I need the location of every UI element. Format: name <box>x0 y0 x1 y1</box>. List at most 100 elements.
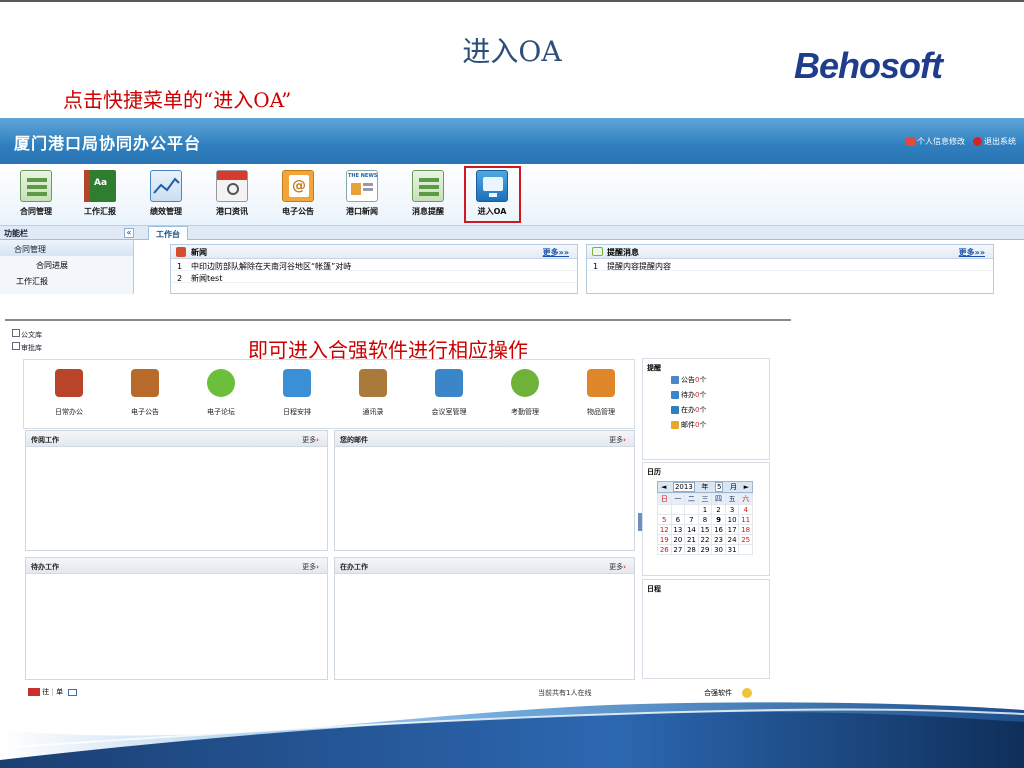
day-cell[interactable]: 5 <box>657 514 672 525</box>
remind-panel-header: 提醒消息 更多»» <box>587 245 993 259</box>
top-divider <box>0 0 1024 2</box>
app-address-book[interactable]: 通讯录 <box>343 369 403 417</box>
remind-announcement[interactable]: 公告0个 <box>643 373 769 388</box>
circulate-work-panel: 传阅工作 更多› <box>25 430 328 551</box>
day-cell[interactable]: 17 <box>724 524 740 535</box>
tab-workbench[interactable]: 工作台 <box>148 226 188 240</box>
document-library-link[interactable]: 公文库 <box>12 329 42 340</box>
day-cell[interactable]: 13 <box>670 524 686 535</box>
day-cell[interactable]: 12 <box>657 524 672 535</box>
day-cell[interactable]: 29 <box>697 544 713 555</box>
list-item[interactable]: 2 新闻test <box>171 271 577 283</box>
approval-library-link[interactable]: 审批库 <box>12 342 42 353</box>
day-cell[interactable]: 14 <box>684 524 699 535</box>
news-panel: 新闻 更多»» 1 中印边防部队解除在天南河谷地区“帐篷”对峙 2 新闻test <box>170 244 578 294</box>
more-link[interactable]: 更多› <box>609 562 626 572</box>
toolbar-port-info[interactable]: 港口资讯 <box>204 170 260 217</box>
day-cell[interactable]: 11 <box>738 514 753 525</box>
weekday: 日 <box>657 493 672 505</box>
news-more-link[interactable]: 更多»» <box>543 247 569 258</box>
list-item[interactable]: 1 提醒内容提醒内容 <box>587 259 993 271</box>
day-cell[interactable]: 8 <box>697 514 713 525</box>
day-cell[interactable]: 26 <box>657 544 672 555</box>
day-cell[interactable]: 7 <box>684 514 699 525</box>
day-cell[interactable]: 20 <box>670 534 686 545</box>
collapse-sidebar-button[interactable]: « <box>124 228 134 238</box>
sidebar-item-work-report[interactable]: 工作汇报 <box>0 272 133 288</box>
news-icon <box>176 247 186 257</box>
month-input[interactable]: 5 <box>714 482 724 492</box>
row-text: 中印边防部队解除在天南河谷地区“帐篷”对峙 <box>191 262 352 271</box>
more-label: 更多 <box>609 563 624 571</box>
more-link[interactable]: 更多› <box>302 435 319 445</box>
year-input[interactable]: 2013 <box>672 482 695 492</box>
day-cell[interactable]: 4 <box>738 504 753 515</box>
toolbar-message-remind[interactable]: 消息提醒 <box>400 170 456 217</box>
day-cell[interactable]: 16 <box>711 524 726 535</box>
toolbar-performance-label: 绩效管理 <box>150 207 182 216</box>
toolbar-announcement[interactable]: @ 电子公告 <box>270 170 326 217</box>
app-label: 电子公告 <box>131 408 159 416</box>
profile-edit-link[interactable]: 个人信息修改 <box>906 136 965 147</box>
day-cell[interactable]: 15 <box>697 524 713 535</box>
sidebar-item-contract-progress[interactable]: 合同进展 <box>0 256 133 272</box>
app-label: 电子论坛 <box>207 408 235 416</box>
day-cell[interactable]: 6 <box>670 514 686 525</box>
remind-more-link[interactable]: 更多»» <box>959 247 985 258</box>
sidebar: 合同管理 合同进展 工作汇报 <box>0 240 134 294</box>
remind-mail[interactable]: 邮件0个 <box>643 418 769 433</box>
app-e-announcement[interactable]: 电子公告 <box>115 369 175 417</box>
day-cell[interactable]: 10 <box>724 514 740 525</box>
day-cell[interactable]: 22 <box>697 534 713 545</box>
sidebar-item-contract[interactable]: 合同管理 <box>0 240 133 256</box>
day-cell[interactable]: 23 <box>711 534 726 545</box>
toolbar-port-news[interactable]: THE NEWS 港口新闻 <box>334 170 390 217</box>
app-schedule[interactable]: 日程安排 <box>267 369 327 417</box>
prev-month-button[interactable]: ◄ <box>661 483 666 491</box>
announcement-icon: @ <box>282 170 314 202</box>
list-item[interactable]: 1 中印边防部队解除在天南河谷地区“帐篷”对峙 <box>171 259 577 271</box>
remind-in-progress[interactable]: 在办0个 <box>643 403 769 418</box>
app-goods[interactable]: 物品管理 <box>571 369 631 417</box>
more-link[interactable]: 更多› <box>609 435 626 445</box>
app-attendance[interactable]: 考勤管理 <box>495 369 555 417</box>
panel-header: 待办工作 更多› <box>26 558 327 574</box>
app-launcher: 日常办公 电子公告 电子论坛 日程安排 通讯录 会议室管理 考勤管理 物品管理 <box>23 359 635 429</box>
library-label: 公文库 <box>21 331 42 339</box>
remind-label: 在办 <box>681 406 695 414</box>
more-link[interactable]: 更多› <box>302 562 319 572</box>
row-text: 新闻test <box>191 274 223 283</box>
toolbar-work-report[interactable]: Aa 工作汇报 <box>72 170 128 217</box>
in-progress-icon <box>671 406 679 414</box>
app-forum[interactable]: 电子论坛 <box>191 369 251 417</box>
day-cell[interactable]: 19 <box>657 534 672 545</box>
day-cell[interactable]: 24 <box>724 534 740 545</box>
day-cell[interactable]: 27 <box>670 544 686 555</box>
day-cell-today[interactable]: 9 <box>711 514 726 525</box>
toolbar-contract[interactable]: 合同管理 <box>8 170 64 217</box>
toolbar-contract-label: 合同管理 <box>20 207 52 216</box>
app-meeting-room[interactable]: 会议室管理 <box>419 369 479 417</box>
day-cell[interactable]: 1 <box>697 504 713 515</box>
day-cell[interactable] <box>657 504 672 515</box>
library-label: 审批库 <box>21 344 42 352</box>
day-cell[interactable] <box>684 504 699 515</box>
logout-link[interactable]: 退出系统 <box>973 136 1016 147</box>
meeting-room-icon <box>435 369 463 397</box>
day-cell[interactable]: 25 <box>738 534 753 545</box>
remind-label: 邮件 <box>681 421 695 429</box>
day-cell[interactable]: 31 <box>724 544 740 555</box>
day-cell[interactable]: 3 <box>724 504 740 515</box>
day-cell[interactable] <box>738 544 753 555</box>
day-cell[interactable]: 30 <box>711 544 726 555</box>
day-cell[interactable]: 21 <box>684 534 699 545</box>
remind-todo[interactable]: 待办0个 <box>643 388 769 403</box>
toolbar-performance[interactable]: 绩效管理 <box>138 170 194 217</box>
app-daily-office[interactable]: 日常办公 <box>39 369 99 417</box>
day-cell[interactable]: 2 <box>711 504 726 515</box>
panel-header: 传阅工作 更多› <box>26 431 327 447</box>
day-cell[interactable] <box>670 504 686 515</box>
next-month-button[interactable]: ► <box>744 483 749 491</box>
day-cell[interactable]: 18 <box>738 524 753 535</box>
day-cell[interactable]: 28 <box>684 544 699 555</box>
